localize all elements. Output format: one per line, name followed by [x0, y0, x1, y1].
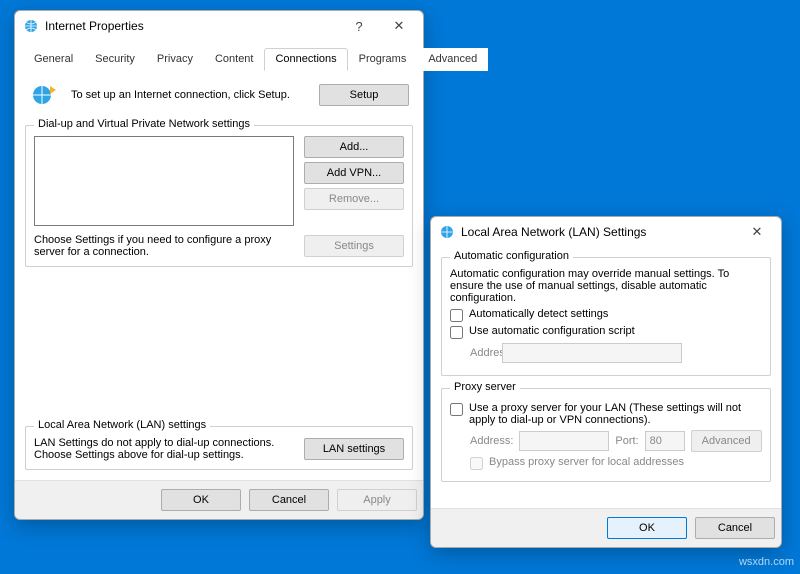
proxy-port-input	[645, 431, 685, 451]
setup-text: To set up an Internet connection, click …	[71, 89, 309, 101]
setup-button[interactable]: Setup	[319, 84, 409, 106]
dialup-group: Dial-up and Virtual Private Network sett…	[25, 125, 413, 267]
use-proxy-checkbox[interactable]	[450, 403, 463, 416]
proxy-address-label: Address:	[470, 435, 513, 447]
bypass-check: Bypass proxy server for local addresses	[450, 456, 762, 470]
auto-config-note: Automatic configuration may override man…	[450, 268, 762, 304]
use-proxy-check[interactable]: Use a proxy server for your LAN (These s…	[450, 402, 762, 426]
remove-button: Remove...	[304, 188, 404, 210]
add-vpn-button[interactable]: Add VPN...	[304, 162, 404, 184]
tab-content[interactable]: Content	[204, 48, 265, 71]
proxy-advanced-button: Advanced	[691, 430, 762, 452]
auto-detect-checkbox[interactable]	[450, 309, 463, 322]
close-button[interactable]: ✕	[379, 12, 419, 40]
lan-legend: Local Area Network (LAN) settings	[34, 419, 210, 431]
titlebar[interactable]: Local Area Network (LAN) Settings ✕	[431, 217, 781, 247]
lan-settings-button[interactable]: LAN settings	[304, 438, 404, 460]
window-title: Local Area Network (LAN) Settings	[461, 225, 737, 239]
tab-general[interactable]: General	[23, 48, 84, 71]
cancel-button[interactable]: Cancel	[695, 517, 775, 539]
dialup-note: Choose Settings if you need to configure…	[34, 234, 294, 258]
lan-group: Local Area Network (LAN) settings LAN Se…	[25, 426, 413, 470]
tab-advanced[interactable]: Advanced	[417, 48, 488, 71]
dialup-legend: Dial-up and Virtual Private Network sett…	[34, 118, 254, 130]
settings-button: Settings	[304, 235, 404, 257]
auto-detect-check[interactable]: Automatically detect settings	[450, 308, 762, 322]
auto-detect-label: Automatically detect settings	[469, 308, 608, 320]
ok-button[interactable]: OK	[607, 517, 687, 539]
proxy-port-label: Port:	[615, 435, 638, 447]
internet-properties-window: Internet Properties ? ✕ General Security…	[14, 10, 424, 520]
tab-connections[interactable]: Connections	[264, 48, 347, 71]
auto-config-legend: Automatic configuration	[450, 250, 573, 262]
internet-options-icon	[23, 18, 39, 34]
tab-security[interactable]: Security	[84, 48, 146, 71]
close-button[interactable]: ✕	[737, 218, 777, 246]
watermark: wsxdn.com	[739, 556, 794, 568]
script-address-label: Address	[450, 347, 496, 359]
use-proxy-label: Use a proxy server for your LAN (These s…	[469, 402, 762, 426]
use-script-check[interactable]: Use automatic configuration script	[450, 325, 762, 339]
ok-button[interactable]: OK	[161, 489, 241, 511]
use-script-checkbox[interactable]	[450, 326, 463, 339]
window-title: Internet Properties	[45, 19, 339, 33]
proxy-group: Proxy server Use a proxy server for your…	[441, 388, 771, 482]
script-address-input	[502, 343, 682, 363]
help-button[interactable]: ?	[339, 12, 379, 40]
lan-note: LAN Settings do not apply to dial-up con…	[34, 437, 294, 461]
cancel-button[interactable]: Cancel	[249, 489, 329, 511]
tabs-bar: General Security Privacy Content Connect…	[23, 47, 415, 71]
auto-config-group: Automatic configuration Automatic config…	[441, 257, 771, 376]
add-button[interactable]: Add...	[304, 136, 404, 158]
proxy-legend: Proxy server	[450, 381, 520, 393]
globe-wizard-icon	[29, 79, 61, 111]
apply-button: Apply	[337, 489, 417, 511]
lan-settings-window: Local Area Network (LAN) Settings ✕ Auto…	[430, 216, 782, 548]
bottom-bar: OK Cancel	[431, 508, 781, 547]
bottom-bar: OK Cancel Apply	[15, 480, 423, 519]
connections-listbox[interactable]	[34, 136, 294, 226]
proxy-address-input	[519, 431, 609, 451]
tab-programs[interactable]: Programs	[348, 48, 418, 71]
internet-options-icon	[439, 224, 455, 240]
bypass-checkbox	[470, 457, 483, 470]
bypass-label: Bypass proxy server for local addresses	[489, 456, 684, 468]
titlebar[interactable]: Internet Properties ? ✕	[15, 11, 423, 41]
tab-privacy[interactable]: Privacy	[146, 48, 204, 71]
use-script-label: Use automatic configuration script	[469, 325, 635, 337]
